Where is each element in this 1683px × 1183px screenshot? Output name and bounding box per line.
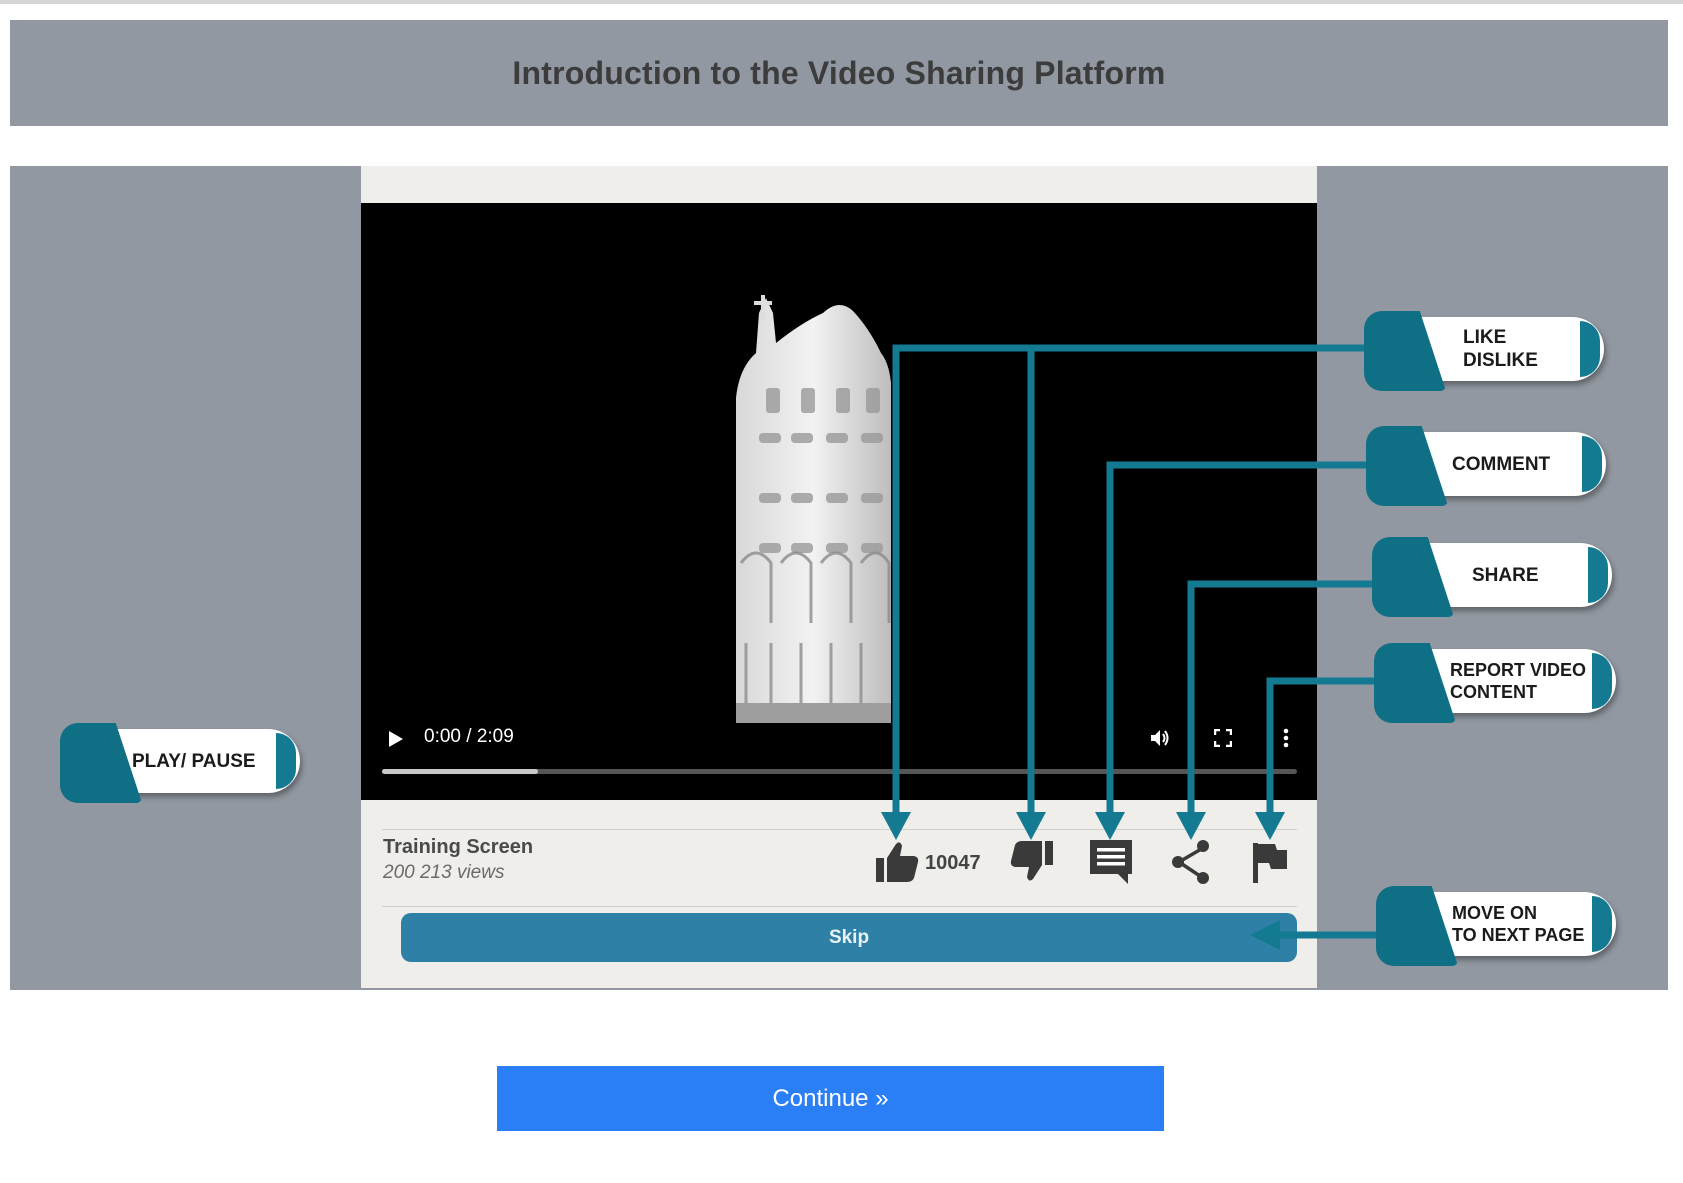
callout-report: REPORT VIDEO CONTENT — [1374, 643, 1622, 723]
callout-comment-label: COMMENT — [1452, 453, 1551, 475]
callout-like-dislike: LIKE DISLIKE — [1364, 311, 1608, 391]
continue-button[interactable]: Continue » — [497, 1066, 1164, 1131]
callout-play-pause: PLAY/ PAUSE — [60, 723, 306, 803]
callout-comment-text: COMMENT — [1452, 436, 1550, 492]
callout-share: SHARE — [1372, 537, 1618, 617]
callout-share-label: SHARE — [1472, 564, 1539, 586]
callout-next-page: MOVE ON TO NEXT PAGE — [1376, 886, 1622, 966]
callout-next-label-2: TO NEXT PAGE — [1452, 925, 1585, 945]
callout-report-label-1: REPORT VIDEO — [1450, 660, 1587, 680]
callout-report-label-2: CONTENT — [1450, 682, 1537, 702]
callout-next-page-text: MOVE ON TO NEXT PAGE — [1452, 896, 1584, 952]
callout-like-label: LIKE — [1463, 327, 1507, 348]
callout-share-text: SHARE — [1472, 547, 1539, 603]
callout-play-pause-label: PLAY/ PAUSE — [132, 750, 256, 772]
callout-comment: COMMENT — [1366, 426, 1612, 506]
callout-dislike-label: DISLIKE — [1463, 350, 1538, 371]
callout-report-text: REPORT VIDEO CONTENT — [1450, 653, 1586, 709]
callout-next-label-1: MOVE ON — [1452, 903, 1538, 923]
callout-like-dislike-text: LIKE DISLIKE — [1463, 321, 1538, 377]
callout-play-pause-text: PLAY/ PAUSE — [132, 733, 256, 789]
